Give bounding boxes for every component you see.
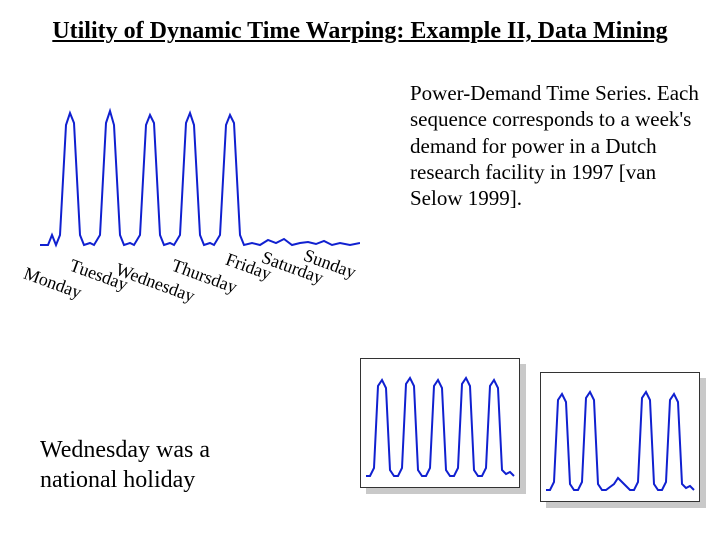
slide: Utility of Dynamic Time Warping: Example… xyxy=(0,0,720,540)
caption-text: Power-Demand Time Series. Each sequence … xyxy=(410,80,700,211)
holiday-week-chart xyxy=(540,372,700,502)
footnote-line1: Wednesday was a xyxy=(40,437,210,463)
normal-week-chart xyxy=(360,358,520,488)
day-axis-labels: Monday Tuesday Wednesday Thursday Friday… xyxy=(28,245,388,335)
prototype-charts-group xyxy=(360,330,710,520)
footnote-text: Wednesday was a national holiday xyxy=(40,435,210,495)
footnote-line2: national holiday xyxy=(40,467,195,493)
slide-title: Utility of Dynamic Time Warping: Example… xyxy=(0,18,720,45)
weekly-demand-chart xyxy=(40,95,360,255)
